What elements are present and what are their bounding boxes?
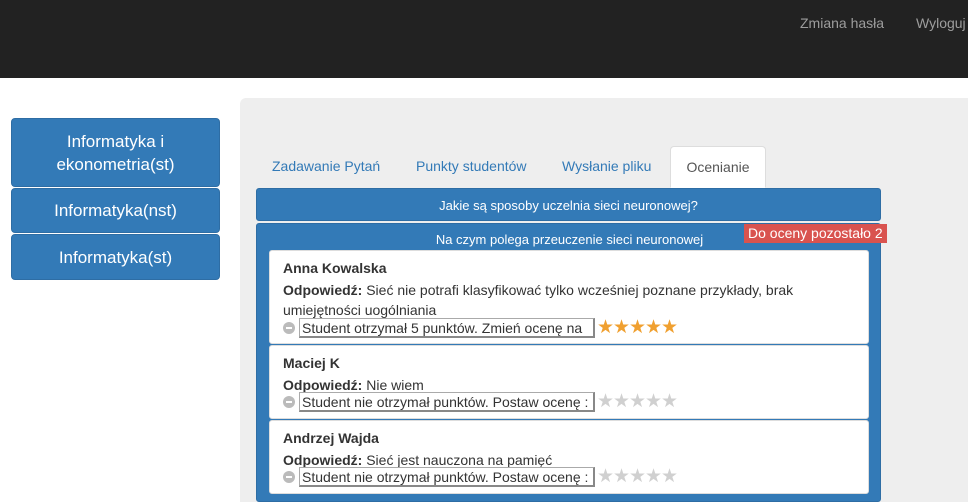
remaining-badge: Do oceny pozostało 2	[744, 224, 887, 243]
star-rating[interactable]: ★ ★ ★ ★ ★	[597, 392, 678, 412]
minus-icon[interactable]	[283, 396, 295, 408]
star-icon[interactable]: ★	[645, 467, 662, 487]
star-icon[interactable]: ★	[661, 392, 678, 412]
sidebar-item-informatyka-i-ekonometria-st[interactable]: Informatyka i ekonometria(st)	[11, 118, 220, 187]
minus-icon[interactable]	[283, 471, 295, 483]
question-block: Na czym polega przeuczenie sieci neurono…	[256, 223, 887, 502]
star-icon[interactable]: ★	[597, 392, 614, 412]
tab-zadawanie-pytan[interactable]: Zadawanie Pytań	[272, 146, 380, 188]
star-icon[interactable]: ★	[629, 392, 646, 412]
star-icon[interactable]: ★	[613, 318, 630, 338]
grade-row: Student nie otrzymał punktów. Postaw oce…	[283, 467, 678, 487]
grade-row: Student otrzymał 5 punktów. Zmień ocenę …	[283, 318, 678, 338]
answer-label: Odpowiedź:	[283, 377, 363, 393]
minus-icon[interactable]	[283, 322, 295, 334]
logout-link[interactable]: Wyloguj	[916, 15, 966, 31]
question-header[interactable]: Jakie są sposoby uczelnia sieci neuronow…	[256, 188, 881, 221]
answer-card: Anna Kowalska Odpowiedź: Sieć nie potraf…	[269, 250, 869, 344]
star-icon[interactable]: ★	[661, 467, 678, 487]
answer-card: Maciej K Odpowiedź: Nie wiem Student nie…	[269, 345, 869, 419]
grade-field[interactable]: Student nie otrzymał punktów. Postaw oce…	[299, 392, 595, 412]
student-name: Andrzej Wajda	[283, 430, 379, 446]
star-icon[interactable]: ★	[661, 318, 678, 338]
answer-label: Odpowiedź:	[283, 282, 363, 298]
tab-punkty-studentow[interactable]: Punkty studentów	[416, 146, 527, 188]
tab-wyslanie-pliku[interactable]: Wysłanie pliku	[562, 146, 651, 188]
sidebar-item-informatyka-nst[interactable]: Informatyka(nst)	[11, 188, 220, 233]
star-icon[interactable]: ★	[597, 318, 614, 338]
grade-field[interactable]: Student nie otrzymał punktów. Postaw oce…	[299, 467, 595, 487]
top-navbar: Zmiana hasła Wyloguj	[0, 0, 968, 78]
star-icon[interactable]: ★	[629, 467, 646, 487]
grade-row: Student nie otrzymał punktów. Postaw oce…	[283, 392, 678, 412]
star-icon[interactable]: ★	[613, 467, 630, 487]
star-icon[interactable]: ★	[645, 318, 662, 338]
answer-content: Nie wiem	[366, 377, 424, 393]
change-password-link[interactable]: Zmiana hasła	[800, 15, 884, 31]
star-rating[interactable]: ★ ★ ★ ★ ★	[597, 318, 678, 338]
star-icon[interactable]: ★	[597, 467, 614, 487]
answer-label: Odpowiedź:	[283, 452, 363, 468]
star-icon[interactable]: ★	[613, 392, 630, 412]
answer-card: Andrzej Wajda Odpowiedź: Sieć jest naucz…	[269, 420, 869, 494]
answer-text: Odpowiedź: Sieć nie potrafi klasyfikować…	[283, 280, 843, 320]
star-icon[interactable]: ★	[629, 318, 646, 338]
star-icon[interactable]: ★	[645, 392, 662, 412]
sidebar-item-informatyka-st[interactable]: Informatyka(st)	[11, 234, 220, 280]
student-name: Anna Kowalska	[283, 260, 387, 276]
star-rating[interactable]: ★ ★ ★ ★ ★	[597, 467, 678, 487]
student-name: Maciej K	[283, 355, 340, 371]
answer-content: Sieć jest nauczona na pamięć	[366, 452, 553, 468]
grade-field[interactable]: Student otrzymał 5 punktów. Zmień ocenę …	[299, 318, 595, 338]
tab-ocenianie[interactable]: Ocenianie	[670, 146, 766, 188]
